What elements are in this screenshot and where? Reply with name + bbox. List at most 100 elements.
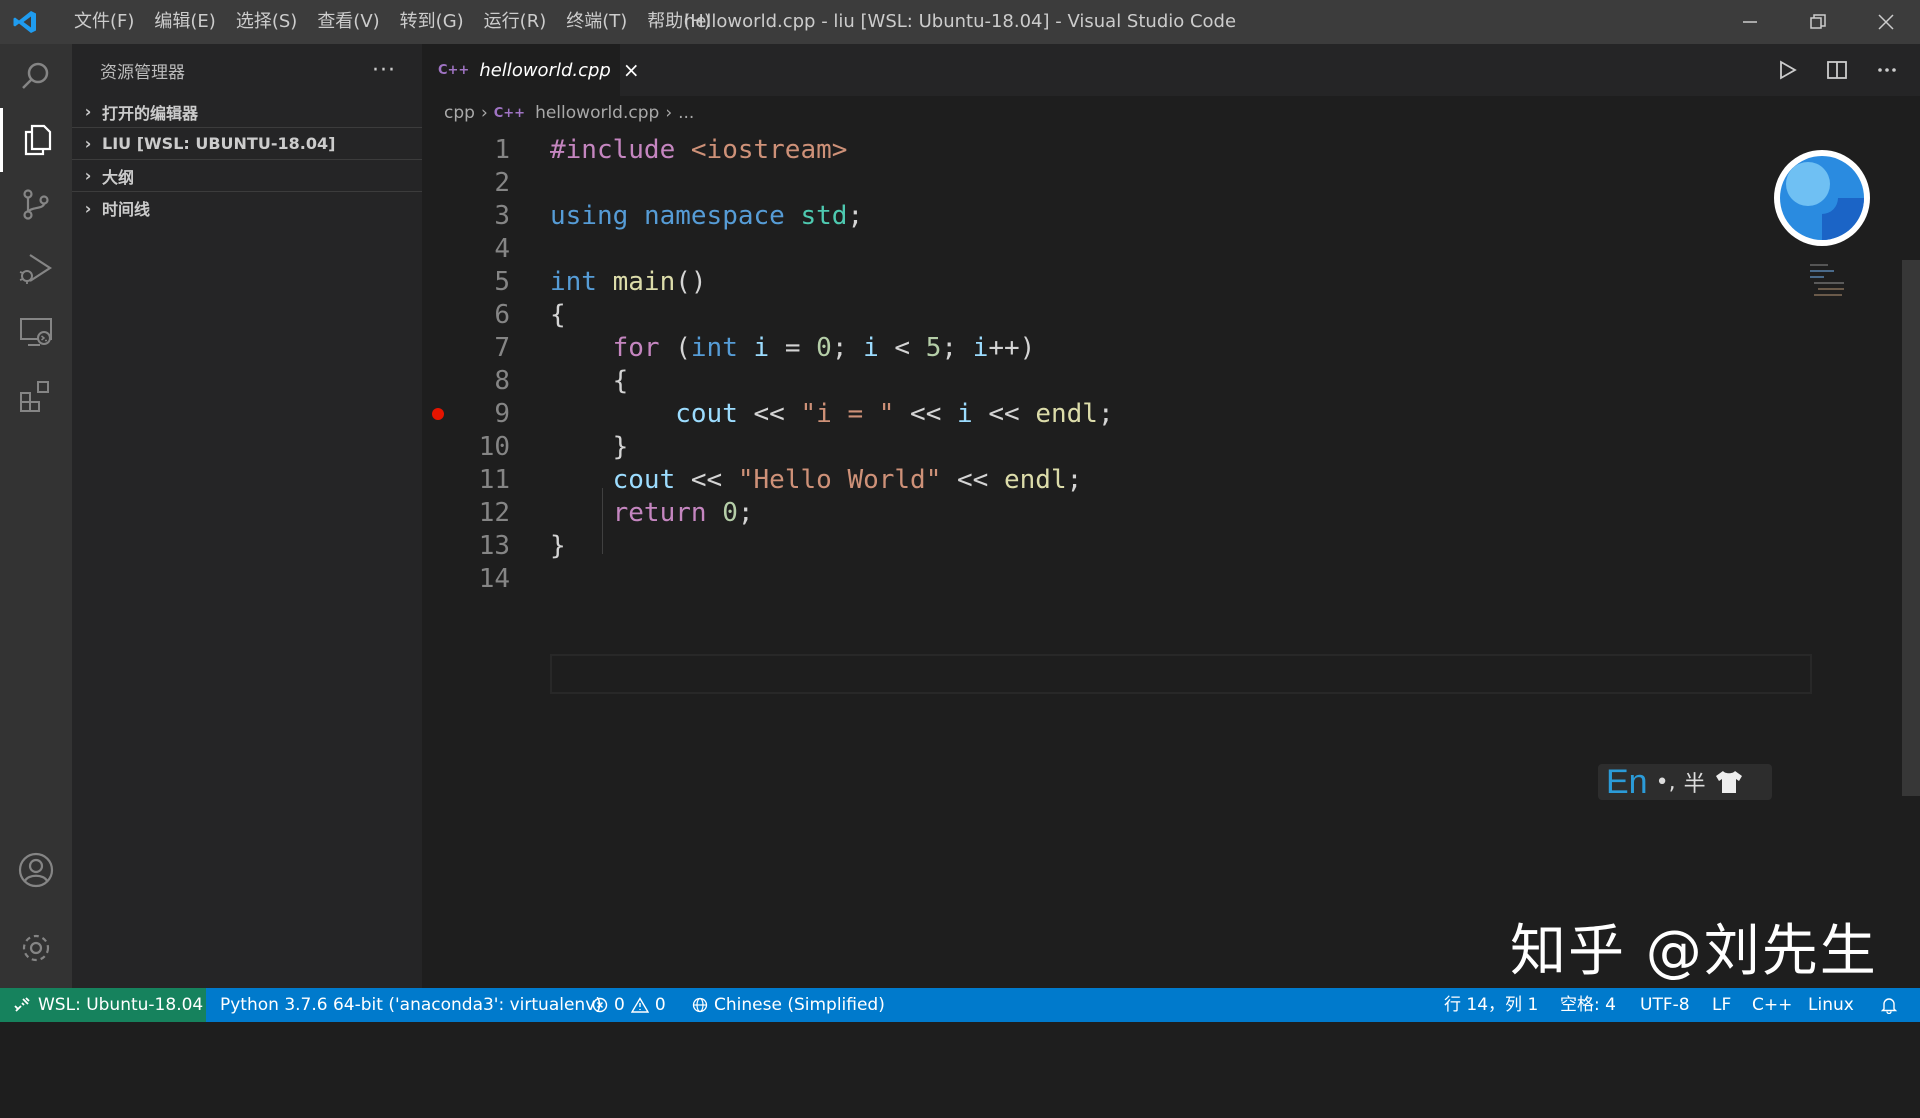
language-pack[interactable]: Chinese (Simplified) (692, 988, 885, 1022)
more-editor-actions-button[interactable] (1872, 55, 1902, 85)
end-of-line[interactable]: LF (1712, 988, 1731, 1022)
code-token: } (550, 531, 566, 561)
activity-search[interactable] (0, 44, 72, 108)
code-token: << (941, 465, 1004, 495)
activity-manage[interactable] (0, 916, 72, 980)
code-token: int (550, 267, 597, 297)
code-token: ; (1097, 399, 1114, 429)
split-editor-button[interactable] (1822, 55, 1852, 85)
ellipsis-icon (1878, 68, 1896, 72)
code-token: < (878, 333, 926, 363)
activity-accounts[interactable] (0, 838, 72, 902)
close-window-button[interactable] (1852, 0, 1920, 44)
section-open-editors[interactable]: › 打开的编辑器 (72, 96, 422, 128)
code-token: <iostream> (690, 135, 848, 165)
activity-extensions[interactable] (0, 364, 72, 428)
python-interpreter[interactable]: Python 3.7.6 64-bit ('anaconda3': virtua… (220, 988, 602, 1022)
menu-file[interactable]: 文件(F) (64, 0, 144, 44)
code-token: ; (941, 333, 973, 363)
language-mode[interactable]: C++ (1752, 988, 1792, 1022)
section-outline[interactable]: › 大纲 (72, 160, 422, 192)
activity-explorer[interactable] (0, 108, 72, 172)
editor-scrollbar[interactable] (1902, 260, 1920, 796)
extensions-icon (20, 381, 49, 412)
notifications-button[interactable] (1880, 988, 1898, 1022)
code-editor[interactable]: 1 #include <iostream> 2 3 using namespace st… (422, 130, 1920, 988)
cpp-file-icon: C++ (438, 62, 470, 78)
play-icon (1780, 60, 1797, 80)
cursor-position[interactable]: 行 14，列 1 (1444, 988, 1538, 1022)
tab-label: helloworld.cpp (479, 59, 611, 81)
breadcrumb-folder[interactable]: cpp (444, 103, 475, 123)
menu-go[interactable]: 转到(G) (390, 0, 474, 44)
problems-indicator[interactable]: 0 0 (592, 988, 666, 1022)
remote-icon (14, 997, 30, 1012)
indentation[interactable]: 空格: 4 (1560, 988, 1616, 1022)
code-token: ; (847, 201, 864, 231)
shirt-icon[interactable] (1714, 769, 1744, 795)
chevron-right-icon: › (665, 103, 673, 123)
ime-punctuation[interactable]: •, (1656, 770, 1676, 795)
activity-source-control[interactable] (0, 172, 72, 236)
menu-terminal[interactable]: 终端(T) (556, 0, 637, 44)
section-timeline[interactable]: › 时间线 (72, 192, 422, 224)
code-token: << (972, 399, 1036, 429)
ime-toolbar[interactable]: En •, 半 (1598, 763, 1772, 802)
language-pack-label: Chinese (Simplified) (714, 995, 885, 1015)
code-token: #include (550, 135, 676, 165)
remote-indicator[interactable]: WSL: Ubuntu-18.04 (0, 988, 206, 1022)
breakpoint-icon[interactable] (432, 408, 444, 420)
tab-close-icon[interactable]: × (623, 58, 640, 82)
breadcrumb: cpp › C++ helloworld.cpp › ... (444, 96, 694, 130)
menu-bar: 文件(F) 编辑(E) 选择(S) 查看(V) 转到(G) 运行(R) 终端(T… (64, 0, 721, 44)
floating-ball[interactable] (1774, 150, 1870, 246)
code-token: 0 (722, 498, 738, 528)
cpp-file-icon: C++ (493, 105, 526, 121)
section-workspace[interactable]: › LIU [WSL: UBUNTU-18.04] (72, 128, 422, 160)
run-debug-icon (19, 254, 53, 284)
restore-button[interactable] (1784, 0, 1852, 44)
code-token: << (894, 399, 958, 429)
breadcrumb-symbol[interactable]: ... (678, 103, 694, 123)
menu-view[interactable]: 查看(V) (307, 0, 389, 44)
code-token: main (612, 267, 676, 297)
breadcrumb-file[interactable]: helloworld.cpp (535, 103, 659, 123)
minimize-icon (1743, 21, 1757, 23)
more-actions-icon[interactable]: ··· (372, 58, 396, 83)
menu-run[interactable]: 运行(R) (474, 0, 557, 44)
code-token: ++) (988, 333, 1036, 363)
code-token: i (972, 333, 989, 363)
window-controls (1716, 0, 1920, 44)
menu-help[interactable]: 帮助(H) (637, 0, 721, 44)
floating-ball-icon (1780, 156, 1864, 240)
error-icon (592, 997, 608, 1013)
ime-width[interactable]: 半 (1684, 766, 1706, 798)
account-icon (18, 852, 54, 888)
chevron-right-icon: › (84, 198, 92, 218)
menu-edit[interactable]: 编辑(E) (144, 0, 225, 44)
chevron-right-icon: › (84, 102, 92, 121)
tab-helloworld-cpp[interactable]: C++ helloworld.cpp × (422, 44, 640, 96)
encoding[interactable]: UTF-8 (1640, 988, 1690, 1022)
ime-mode[interactable]: En (1606, 763, 1648, 802)
activity-run-debug[interactable] (0, 236, 72, 300)
platform[interactable]: Linux (1808, 988, 1854, 1022)
settings-gear-icon (22, 934, 50, 962)
code-token: ; (831, 333, 864, 363)
run-file-button[interactable] (1772, 55, 1802, 85)
code-token: 0 (816, 333, 832, 363)
code-token: endl (1004, 465, 1067, 495)
line-number: 14 (478, 564, 510, 594)
code-line[interactable]: 14 (422, 559, 1822, 599)
activity-remote-explorer[interactable] (0, 300, 72, 364)
minimize-button[interactable] (1716, 0, 1784, 44)
menu-selection[interactable]: 选择(S) (226, 0, 307, 44)
title-bar: 文件(F) 编辑(E) 选择(S) 查看(V) 转到(G) 运行(R) 终端(T… (0, 0, 1920, 44)
warning-icon (630, 997, 649, 1013)
code-token: int (690, 333, 738, 363)
split-editor-icon (1827, 61, 1847, 79)
